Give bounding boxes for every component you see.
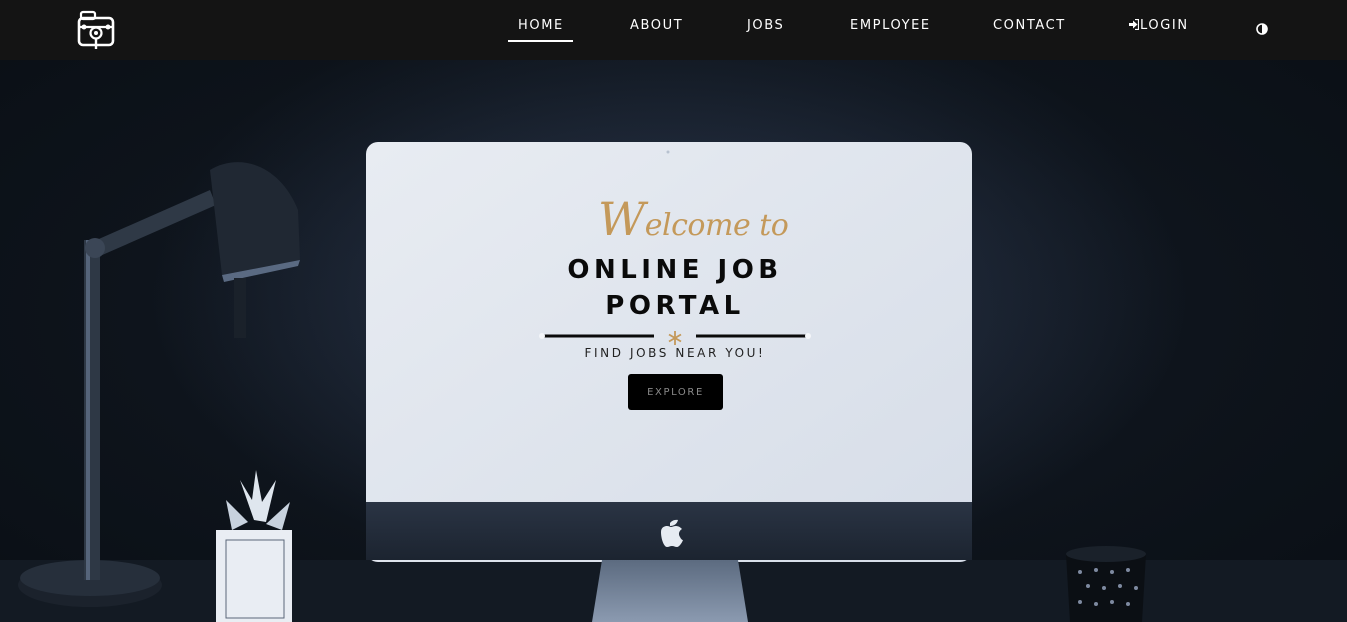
decorative-divider bbox=[539, 331, 811, 345]
hero-title: ONLINE JOB PORTAL bbox=[520, 252, 830, 324]
hero-title-line2: PORTAL bbox=[605, 291, 745, 321]
hero-subtitle: FIND JOBS NEAR YOU! bbox=[584, 346, 766, 360]
nav-about-link[interactable]: ABOUT bbox=[630, 18, 683, 42]
nav-login-link[interactable]: LOGIN bbox=[1129, 18, 1189, 42]
welcome-cap-letter: W bbox=[598, 192, 645, 246]
nav-login-label: LOGIN bbox=[1140, 18, 1189, 33]
nav-home-link[interactable]: HOME bbox=[508, 18, 573, 42]
nav-contact-link[interactable]: CONTACT bbox=[993, 18, 1066, 42]
asterisk-icon bbox=[668, 331, 682, 345]
welcome-rest: elcome to bbox=[644, 208, 789, 243]
hero-title-line1: ONLINE JOB bbox=[567, 255, 783, 285]
hero-section: Welcome to ONLINE JOB PORTAL FIND JOBS N… bbox=[0, 60, 1347, 622]
nav-jobs-link[interactable]: JOBS bbox=[747, 18, 784, 42]
contrast-toggle-icon[interactable] bbox=[1256, 20, 1268, 35]
polka-dot-mug-image bbox=[1066, 546, 1146, 622]
welcome-script-text: Welcome to bbox=[598, 192, 789, 246]
explore-button[interactable]: EXPLORE bbox=[628, 374, 723, 410]
nav-employee-link[interactable]: EMPLOYEE bbox=[850, 18, 931, 42]
top-navbar: HOME ABOUT JOBS EMPLOYEE CONTACT LOGIN bbox=[0, 0, 1347, 60]
sign-in-icon bbox=[1129, 18, 1140, 31]
plant-in-tea-box-image bbox=[216, 470, 292, 622]
briefcase-search-icon[interactable] bbox=[76, 9, 116, 51]
